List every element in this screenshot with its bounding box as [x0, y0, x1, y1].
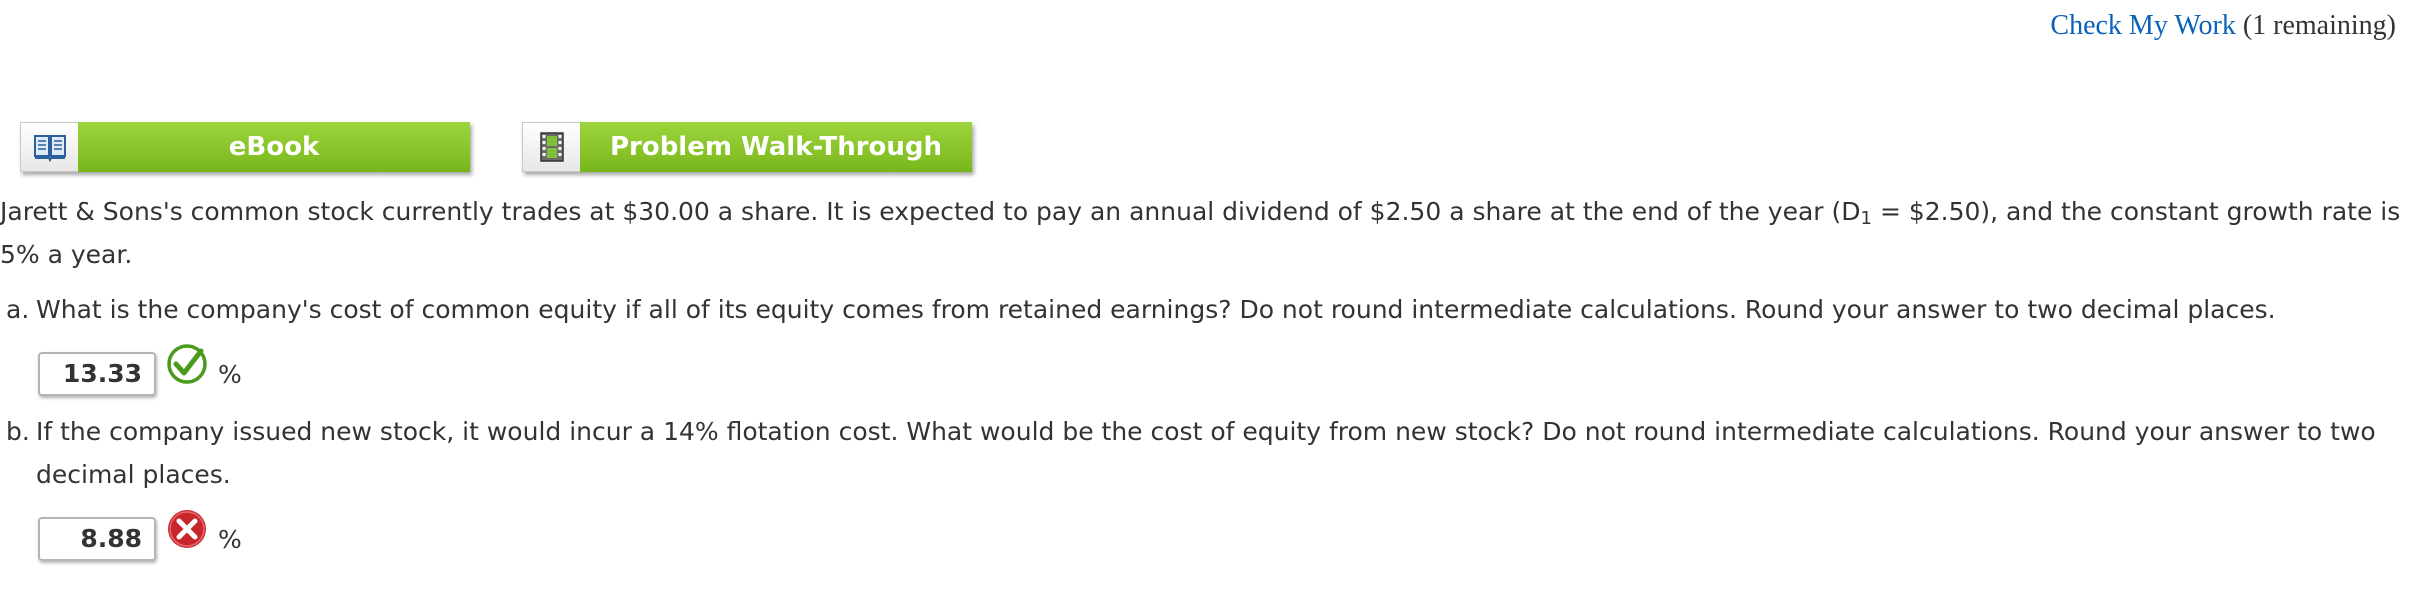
problem-statement: Jarett & Sons's common stock currently t… [0, 190, 2430, 276]
ebook-label: eBook [78, 122, 470, 172]
question-b-text: If the company issued new stock, it woul… [36, 417, 2376, 489]
answer-a-input[interactable]: 13.33 [38, 352, 156, 396]
film-icon [522, 122, 580, 172]
ebook-button[interactable]: eBook [20, 122, 470, 172]
problem-walkthrough-button[interactable]: Problem Walk-Through [522, 122, 972, 172]
answer-a-unit: % [218, 360, 242, 389]
x-icon [166, 508, 208, 550]
problem-statement-subscript: 1 [1860, 208, 1872, 229]
book-icon [20, 122, 78, 172]
question-a-letter: a. [6, 295, 30, 324]
question-b-letter: b. [6, 417, 30, 446]
checkmark-icon [166, 343, 208, 385]
answer-b-input[interactable]: 8.88 [38, 517, 156, 561]
check-my-work-link[interactable]: Check My Work [2050, 10, 2235, 41]
question-a-text: What is the company's cost of common equ… [36, 295, 2276, 324]
check-my-work-row: Check My Work (1 remaining) [2050, 10, 2396, 42]
problem-statement-part1: Jarett & Sons's common stock currently t… [0, 197, 1861, 226]
problem-walkthrough-label: Problem Walk-Through [580, 122, 972, 172]
answer-b-unit: % [218, 525, 242, 554]
attempts-remaining: (1 remaining) [2242, 10, 2396, 41]
